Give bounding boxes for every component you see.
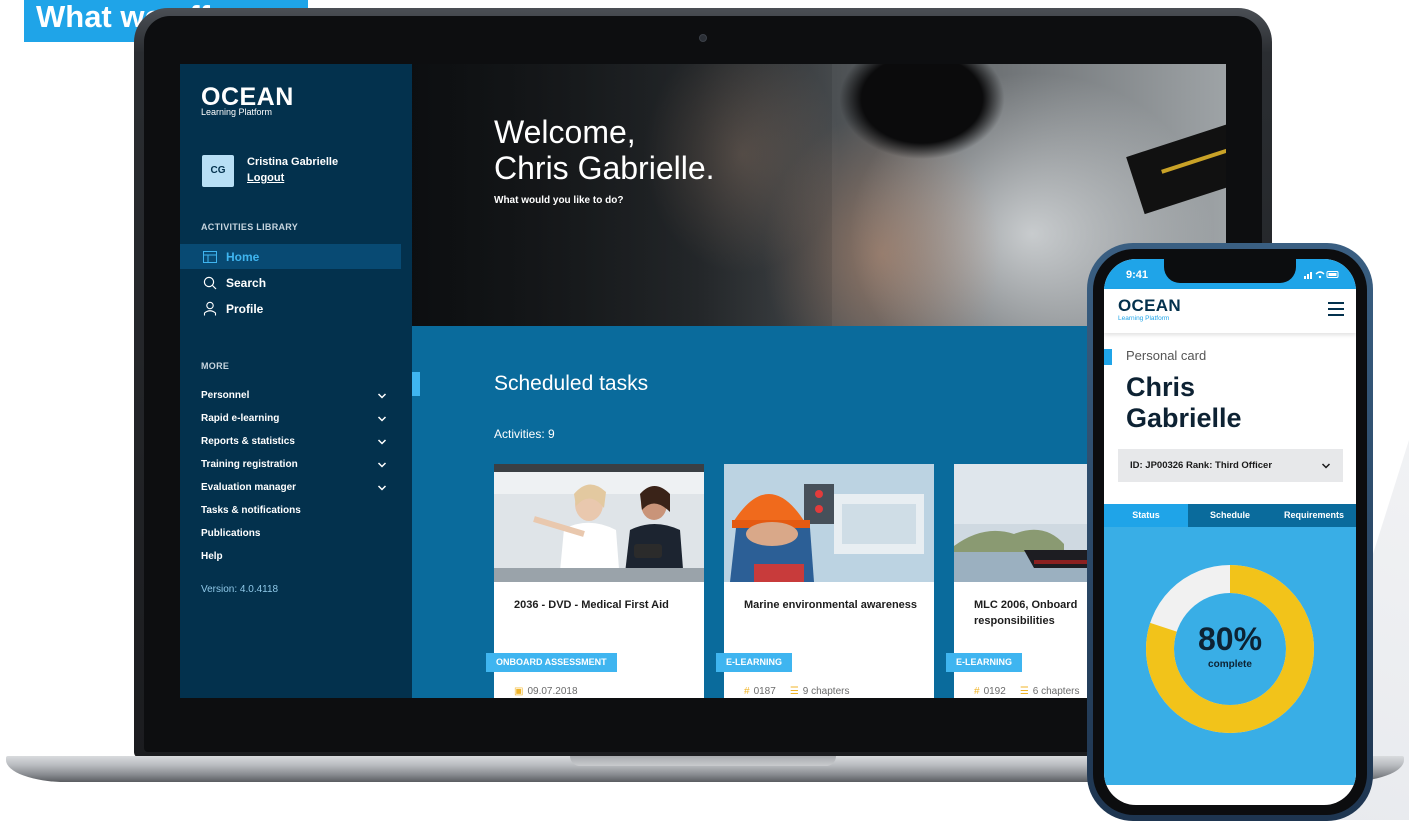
calendar-icon: ▣	[514, 686, 524, 697]
card-date: ▣ 09.07.2018	[514, 686, 578, 697]
sidebar-item-home[interactable]: Home	[180, 244, 401, 269]
phone-screen: 9:41 OCEAN Learning Platform Personal ca…	[1104, 259, 1356, 805]
card-meta: #0192 ☰ 6 chapters	[974, 686, 1079, 697]
sidebar-item-rapid-e-learning[interactable]: Rapid e-learning	[201, 413, 387, 424]
logout-link[interactable]: Logout	[247, 172, 284, 184]
name-line-1: Chris	[1126, 372, 1196, 402]
sidebar: OCEAN Learning Platform CG Cristina Gabr…	[180, 64, 412, 698]
sidebar-item-label: Home	[226, 249, 260, 264]
hero-subtitle: What would you like to do?	[494, 195, 624, 206]
phone-tabs: Status Schedule Requirements	[1104, 504, 1356, 527]
scheduled-tasks-title: Scheduled tasks	[494, 372, 649, 395]
more-item-label: Reports & statistics	[201, 436, 295, 447]
card-code-value: 0192	[983, 686, 1006, 697]
tab-requirements[interactable]: Requirements	[1272, 504, 1356, 527]
sidebar-item-tasks-notifications[interactable]: Tasks & notifications	[201, 505, 387, 516]
progress-caption: complete	[1208, 659, 1252, 670]
tab-status[interactable]: Status	[1104, 504, 1188, 527]
chevron-down-icon	[377, 392, 387, 399]
card-code: #0192	[974, 686, 1006, 697]
hash-icon: #	[974, 686, 980, 697]
more-item-label: Personnel	[201, 390, 250, 401]
card-date-value: 09.07.2018	[527, 686, 578, 697]
hero-title-line-2: Chris Gabrielle.	[494, 150, 715, 186]
sidebar-item-label: Search	[226, 275, 267, 290]
phone-app-logo[interactable]: OCEAN	[1118, 296, 1181, 316]
phone-app-header: OCEAN Learning Platform	[1104, 289, 1356, 333]
more-item-label: Publications	[201, 528, 261, 539]
phone-status-bar: 9:41	[1104, 259, 1356, 289]
phone-notch	[1164, 259, 1296, 283]
card-chapters-value: 6 chapters	[1032, 686, 1080, 697]
hero-title-line-1: Welcome,	[494, 114, 636, 150]
card-title: 2036 - DVD - Medical First Aid	[514, 599, 669, 611]
sidebar-item-profile[interactable]: Profile	[180, 296, 401, 321]
name-line-2: Gabrielle	[1126, 403, 1242, 433]
menu-icon[interactable]	[1328, 302, 1344, 316]
list-icon: ☰	[1019, 686, 1029, 697]
sidebar-item-search[interactable]: Search	[180, 270, 401, 295]
progress-percent: 80%	[1197, 621, 1263, 657]
list-icon: ☰	[789, 686, 799, 697]
more-item-label: Training registration	[201, 459, 298, 470]
more-item-label: Rapid e-learning	[201, 413, 280, 424]
activities-library-label: ACTIVITIES LIBRARY	[201, 222, 299, 232]
card-meta: ▣ 09.07.2018	[514, 686, 578, 697]
laptop-hinge-notch	[570, 756, 836, 766]
app-logo-subtitle: Learning Platform	[201, 107, 273, 117]
phone-app-logo-subtitle: Learning Platform	[1118, 315, 1170, 322]
sidebar-item-help[interactable]: Help	[201, 551, 387, 562]
chevron-down-icon	[377, 438, 387, 445]
card-meta: #0187 ☰ 9 chapters	[744, 686, 849, 697]
chevron-down-icon	[1321, 462, 1331, 469]
card-tag-onboard-assessment: ONBOARD ASSESSMENT	[486, 653, 617, 672]
laptop-screen: OCEAN Learning Platform CG Cristina Gabr…	[180, 64, 1226, 698]
more-item-label: Evaluation manager	[201, 482, 297, 493]
card-code-value: 0187	[753, 686, 776, 697]
tab-schedule[interactable]: Schedule	[1188, 504, 1272, 527]
more-item-label: Tasks & notifications	[201, 505, 301, 516]
sidebar-item-reports[interactable]: Reports & statistics	[201, 436, 387, 447]
card-tag-e-learning: E-LEARNING	[946, 653, 1022, 672]
chevron-down-icon	[377, 415, 387, 422]
stage: What we offer OCEAN Learning Platform CG…	[0, 0, 1409, 821]
phone-time: 9:41	[1126, 269, 1149, 281]
avatar: CG	[202, 155, 234, 187]
id-rank-select-value: ID: JP00326 Rank: Third Officer	[1130, 460, 1273, 471]
hero-title: Welcome, Chris Gabrielle.	[494, 114, 715, 186]
more-item-label: Help	[201, 551, 223, 562]
card-tag-e-learning: E-LEARNING	[716, 653, 792, 672]
sidebar-item-evaluation-manager[interactable]: Evaluation manager	[201, 482, 387, 493]
card-chapters: ☰ 9 chapters	[790, 686, 850, 697]
card-image	[724, 464, 934, 582]
section-marker	[1104, 349, 1112, 365]
version-text: Version: 4.0.4118	[201, 584, 279, 595]
home-icon	[202, 249, 218, 265]
sidebar-item-label: Profile	[226, 301, 264, 316]
sidebar-item-training-registration[interactable]: Training registration	[201, 459, 387, 470]
chevron-down-icon	[377, 461, 387, 468]
hero-photo-figure	[812, 64, 1012, 184]
sidebar-item-publications[interactable]: Publications	[201, 528, 387, 539]
signal-wifi-battery-icon	[1304, 270, 1340, 281]
more-label: MORE	[201, 361, 230, 371]
card-chapters: ☰ 6 chapters	[1020, 686, 1080, 697]
search-icon	[202, 275, 218, 291]
profile-icon	[202, 301, 218, 317]
personal-card-name: Chris Gabrielle	[1126, 372, 1326, 434]
card-title: Marine environmental awareness	[744, 599, 918, 611]
personal-card-label: Personal card	[1126, 348, 1207, 363]
laptop-camera	[699, 34, 707, 42]
section-marker	[412, 372, 420, 396]
id-rank-select[interactable]: ID: JP00326 Rank: Third Officer	[1118, 449, 1343, 482]
card-image	[494, 464, 704, 582]
chevron-down-icon	[377, 484, 387, 491]
status-panel: 80% complete	[1104, 527, 1356, 785]
activities-count: Activities: 9	[494, 427, 555, 441]
user-name: Cristina Gabrielle	[247, 156, 339, 168]
card-chapters-value: 9 chapters	[802, 686, 850, 697]
card-code: #0187	[744, 686, 776, 697]
sidebar-item-personnel[interactable]: Personnel	[201, 390, 387, 401]
hash-icon: #	[744, 686, 750, 697]
